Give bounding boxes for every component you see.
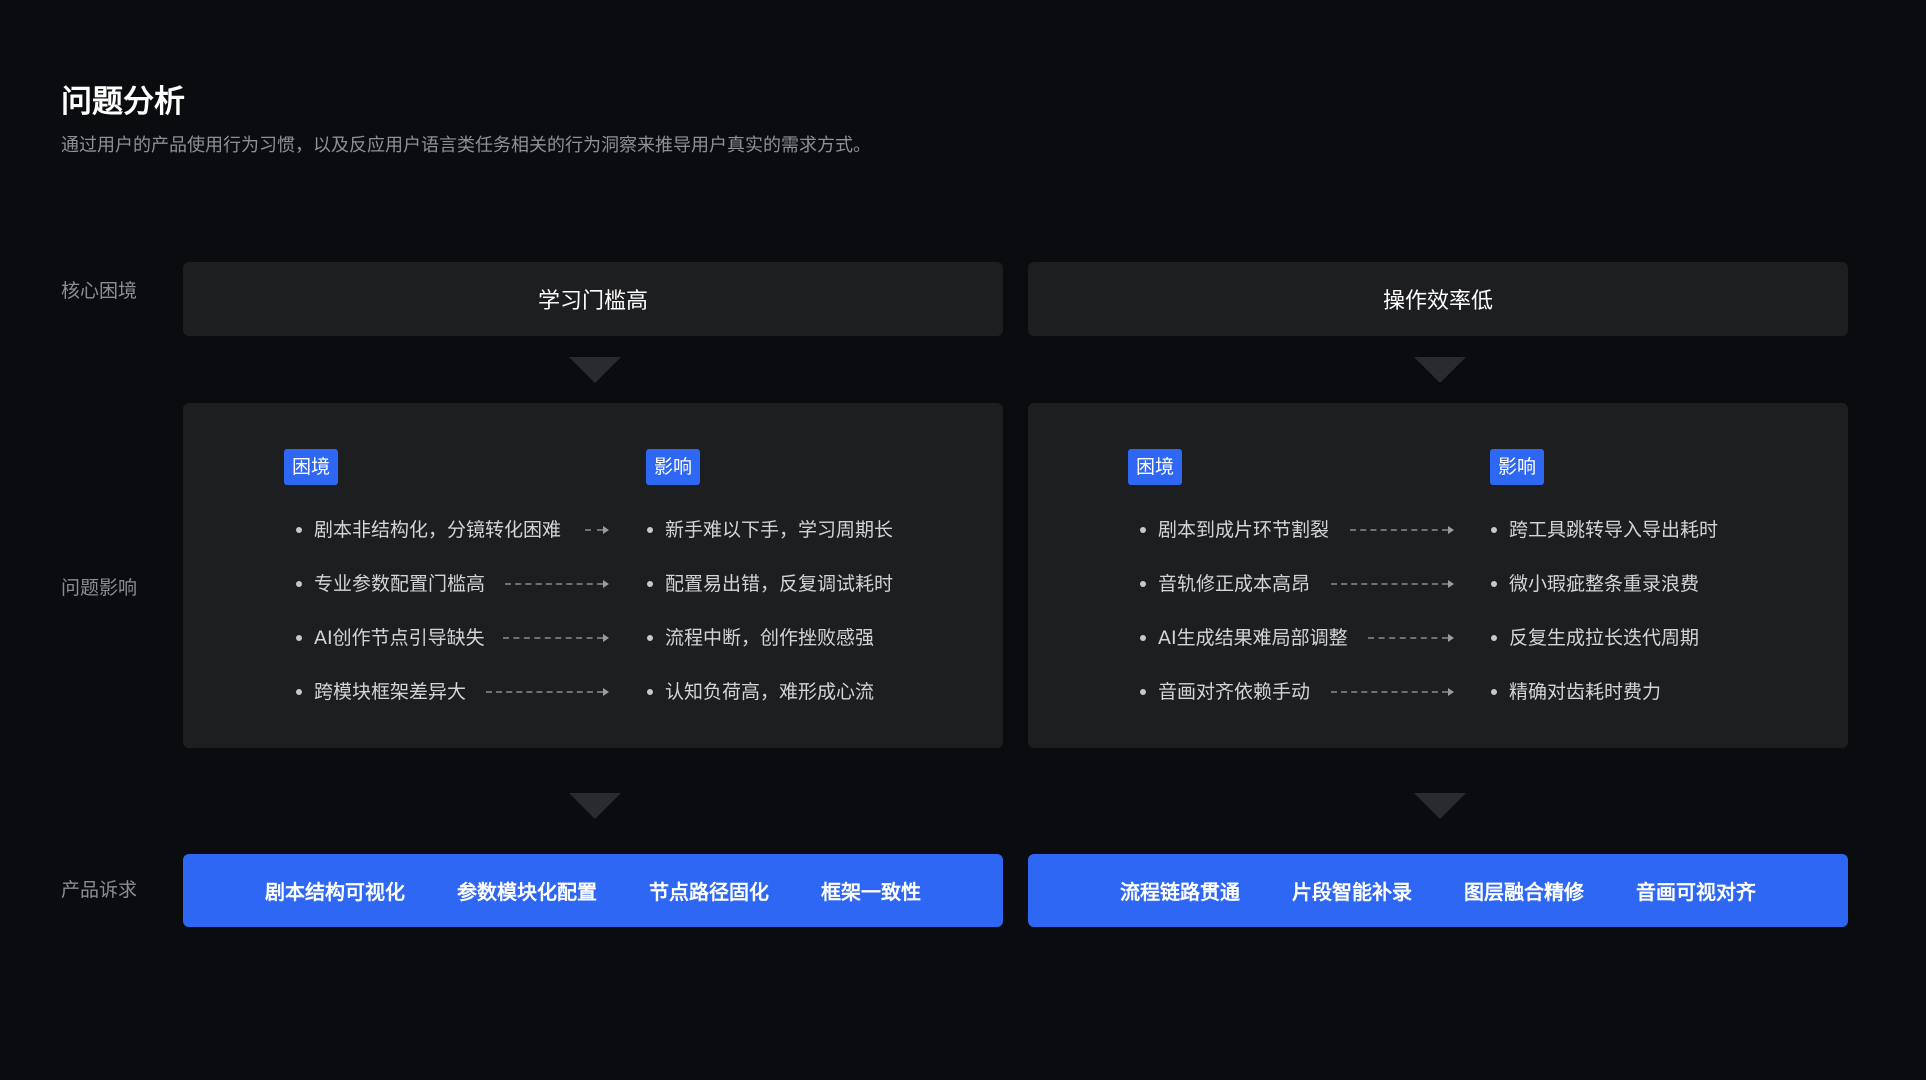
- impact-item: 流程中断，创作挫败感强: [646, 623, 874, 653]
- impact-item: 微小瑕疵整条重录浪费: [1490, 569, 1699, 599]
- impact-panel-1: 困境 影响 剧本非结构化，分镜转化困难 新手难以下手，学习周期长 专业参数配置门…: [183, 403, 1003, 748]
- page-title: 问题分析: [61, 84, 185, 120]
- demand-item: 片段智能补录: [1292, 880, 1412, 904]
- impact-row: AI创作节点引导缺失 流程中断，创作挫败感强: [183, 623, 1003, 653]
- demand-item: 框架一致性: [821, 880, 921, 904]
- demand-bar-2: 流程链路贯通 片段智能补录 图层融合精修 音画可视对齐: [1028, 854, 1848, 927]
- impact-row: 音画对齐依赖手动 精确对齿耗时费力: [1028, 677, 1848, 707]
- dashed-arrow-icon: [1331, 688, 1454, 696]
- demand-bar-1: 剧本结构可视化 参数模块化配置 节点路径固化 框架一致性: [183, 854, 1003, 927]
- arrow-down-icon: [569, 793, 621, 819]
- page-subtitle: 通过用户的产品使用行为习惯，以及反应用户语言类任务相关的行为洞察来推导用户真实的…: [61, 135, 871, 156]
- dilemma-item: 跨模块框架差异大: [295, 677, 466, 707]
- row-label-core: 核心困境: [61, 280, 138, 302]
- row-label-demand: 产品诉求: [61, 879, 138, 901]
- dashed-arrow-icon: [505, 580, 609, 588]
- dashed-arrow-icon: [1368, 634, 1454, 642]
- impact-row: AI生成结果难局部调整 反复生成拉长迭代周期: [1028, 623, 1848, 653]
- impact-item: 反复生成拉长迭代周期: [1490, 623, 1699, 653]
- impact-item: 跨工具跳转导入导出耗时: [1490, 515, 1718, 545]
- dashed-arrow-icon: [1350, 526, 1454, 534]
- dashed-arrow-icon: [585, 526, 609, 534]
- dashed-arrow-icon: [1331, 580, 1454, 588]
- tag-dilemma: 困境: [1128, 449, 1183, 485]
- dilemma-item: AI创作节点引导缺失: [296, 623, 485, 653]
- dashed-arrow-icon: [503, 634, 609, 642]
- tag-impact: 影响: [646, 449, 701, 485]
- dilemma-item: 音画对齐依赖手动: [1139, 677, 1310, 707]
- impact-item: 认知负荷高，难形成心流: [646, 677, 874, 707]
- dilemma-item: AI生成结果难局部调整: [1140, 623, 1348, 653]
- impact-row: 音轨修正成本高昂 微小瑕疵整条重录浪费: [1028, 569, 1848, 599]
- demand-item: 图层融合精修: [1464, 880, 1584, 904]
- demand-item: 音画可视对齐: [1636, 880, 1756, 904]
- tag-impact: 影响: [1490, 449, 1545, 485]
- impact-panel-2: 困境 影响 剧本到成片环节割裂 跨工具跳转导入导出耗时 音轨修正成本高昂 微小瑕…: [1028, 403, 1848, 748]
- arrow-down-icon: [1414, 357, 1466, 383]
- arrow-down-icon: [569, 357, 621, 383]
- impact-row: 专业参数配置门槛高 配置易出错，反复调试耗时: [183, 569, 1003, 599]
- dilemma-item: 专业参数配置门槛高: [295, 569, 485, 599]
- demand-item: 流程链路贯通: [1120, 880, 1240, 904]
- impact-item: 精确对齿耗时费力: [1490, 677, 1661, 707]
- demand-item: 剧本结构可视化: [265, 880, 405, 904]
- impact-row: 跨模块框架差异大 认知负荷高，难形成心流: [183, 677, 1003, 707]
- tag-dilemma: 困境: [284, 449, 339, 485]
- page-header: 问题分析 通过用户的产品使用行为习惯，以及反应用户语言类任务相关的行为洞察来推导…: [61, 80, 871, 159]
- arrow-down-icon: [1414, 793, 1466, 819]
- dilemma-item: 剧本非结构化，分镜转化困难: [295, 515, 561, 545]
- impact-row: 剧本到成片环节割裂 跨工具跳转导入导出耗时: [1028, 515, 1848, 545]
- core-dilemma-box-1: 学习门槛高: [183, 262, 1003, 336]
- demand-item: 参数模块化配置: [457, 880, 597, 904]
- demand-item: 节点路径固化: [649, 880, 769, 904]
- impact-item: 配置易出错，反复调试耗时: [646, 569, 893, 599]
- row-label-impact: 问题影响: [61, 577, 138, 599]
- dilemma-item: 剧本到成片环节割裂: [1139, 515, 1329, 545]
- impact-row: 剧本非结构化，分镜转化困难 新手难以下手，学习周期长: [183, 515, 1003, 545]
- dilemma-item: 音轨修正成本高昂: [1139, 569, 1310, 599]
- core-dilemma-box-2: 操作效率低: [1028, 262, 1848, 336]
- impact-item: 新手难以下手，学习周期长: [646, 515, 893, 545]
- dashed-arrow-icon: [486, 688, 609, 696]
